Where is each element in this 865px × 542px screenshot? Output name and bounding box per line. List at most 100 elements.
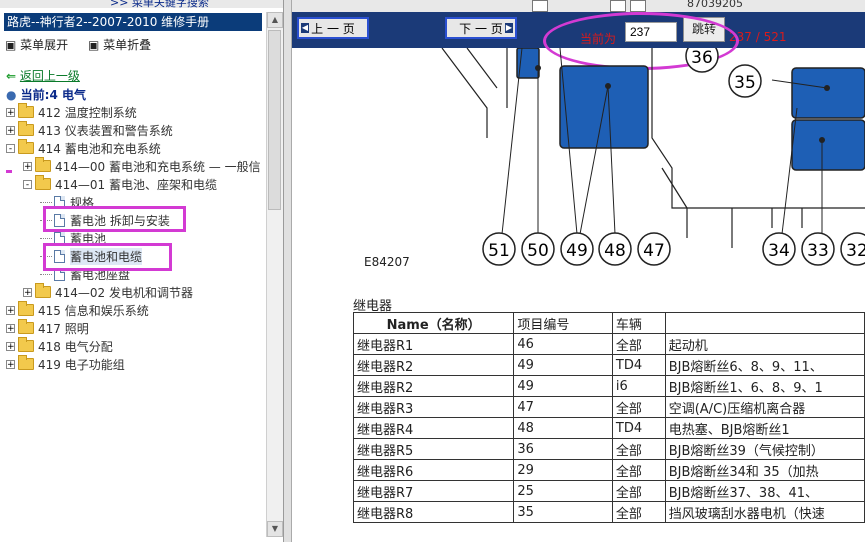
table-cell: TD4 <box>611 354 666 376</box>
tree-item-label: 413 仪表装置和警告系统 <box>38 123 173 138</box>
annotation-box-remove <box>43 206 186 232</box>
table-cell: BJB熔断丝37、38、41、 <box>664 480 865 502</box>
table-cell: 48 <box>513 417 613 439</box>
next-page-button[interactable]: 下 一 页 ▶ <box>445 17 517 39</box>
table-header: 项目编号 <box>513 312 613 334</box>
menu-pane: >> 菜单关键字搜索 路虎--神行者2--2007-2010 维修手册 ▣ 菜单… <box>0 0 284 542</box>
callout-number: 48 <box>604 241 626 261</box>
tree-item-415[interactable]: +415 信息和娱乐系统 <box>6 301 149 319</box>
tree-item-418[interactable]: +418 电气分配 <box>6 337 113 355</box>
table-cell: 35 <box>513 501 613 523</box>
keyword-search-link[interactable]: >> 菜单关键字搜索 <box>110 0 209 10</box>
table-cell: 空调(A/C)压缩机离合器 <box>664 396 865 418</box>
table-cell: 继电器R2 <box>352 375 515 397</box>
tree-item-413[interactable]: +413 仪表装置和警告系统 <box>6 121 173 139</box>
tree-item-414[interactable]: - 414 蓄电池和充电系统 <box>6 139 161 157</box>
tree-item-label: 415 信息和娱乐系统 <box>38 303 149 318</box>
expand-icon[interactable]: + <box>6 305 15 315</box>
table-row: 继电器R6 29 全部 BJB熔断丝34和 35（加热 <box>352 459 865 481</box>
info-icon: ● <box>6 88 17 102</box>
tree-item-label: 414—00 蓄电池和充电系统 — 一般信 <box>55 159 261 174</box>
table-header: Name（名称） <box>352 312 515 334</box>
table-row: 继电器R2 49 TD4 BJB熔断丝6、8、9、11、 <box>352 354 865 376</box>
table-cell: 25 <box>513 480 613 502</box>
table-cell: i6 <box>611 375 666 397</box>
table-cell: 全部 <box>611 333 666 355</box>
table-cell: 继电器R4 <box>352 417 515 439</box>
callout-number: 49 <box>566 241 588 261</box>
table-row: 继电器R1 46 全部 起动机 <box>352 333 865 355</box>
top-bar: 87039205 <box>292 0 865 12</box>
tree-item-414-02[interactable]: +414—02 发电机和调节器 <box>23 283 193 301</box>
callout-number: 35 <box>734 73 756 93</box>
collapse-icon[interactable]: - <box>6 143 15 153</box>
top-number: 87039205 <box>687 0 743 10</box>
tree-item-417[interactable]: +417 照明 <box>6 319 89 337</box>
relay-block <box>791 67 865 119</box>
scroll-down-arrow[interactable]: ▼ <box>267 521 283 537</box>
table-cell: 29 <box>513 459 613 481</box>
top-control-1[interactable] <box>532 0 548 12</box>
expand-icon[interactable]: + <box>23 287 32 297</box>
top-control-2[interactable] <box>610 0 626 12</box>
folder-icon <box>18 355 34 370</box>
collapse-icon[interactable]: - <box>23 179 32 189</box>
back-arrow-icon: ⇐ <box>6 69 17 83</box>
expand-all-button[interactable]: ▣ 菜单展开 <box>5 38 76 52</box>
table-cell: BJB熔断丝34和 35（加热 <box>664 459 865 481</box>
table-cell: 挡风玻璃刮水器电机（快速 <box>664 501 865 523</box>
table-cell: 继电器R2 <box>352 354 515 376</box>
menu-scrollbar[interactable]: ▲ ▼ <box>266 12 283 537</box>
next-arrow-icon: ▶ <box>505 23 513 33</box>
callout-number: 47 <box>643 241 665 261</box>
figure-code: E84207 <box>364 255 410 269</box>
callout-number: 33 <box>807 241 829 261</box>
tree-item-419[interactable]: +419 电子功能组 <box>6 355 125 373</box>
scroll-up-arrow[interactable]: ▲ <box>267 12 283 28</box>
table-row: 继电器R7 25 全部 BJB熔断丝37、38、41、 <box>352 480 865 502</box>
table-cell: 继电器R5 <box>352 438 515 460</box>
top-strip: >> 菜单关键字搜索 <box>0 0 283 10</box>
tree-item-414-01[interactable]: - 414—01 蓄电池、座架和电缆 <box>23 175 217 193</box>
scroll-thumb[interactable] <box>268 30 281 210</box>
expand-icon[interactable]: + <box>6 125 15 135</box>
expand-icon[interactable]: + <box>6 323 15 333</box>
table-cell: 全部 <box>611 396 666 418</box>
content-pane: 87039205 ◀ 上 一 页 下 一 页 ▶ 当前为 跳转 237 / 52… <box>292 0 865 542</box>
expand-icon[interactable]: + <box>6 359 15 369</box>
table-row: 继电器R8 35 全部 挡风玻璃刮水器电机（快速 <box>352 501 865 523</box>
tree-item-label: 419 电子功能组 <box>38 357 125 372</box>
folder-icon <box>18 319 34 334</box>
back-link[interactable]: ⇐ 返回上一级 <box>6 67 80 84</box>
pane-splitter[interactable] <box>284 0 292 542</box>
table-cell: 继电器R3 <box>352 396 515 418</box>
table-cell: 36 <box>513 438 613 460</box>
table-cell: 46 <box>513 333 613 355</box>
table-cell: BJB熔断丝6、8、9、11、 <box>664 354 865 376</box>
prev-page-button[interactable]: ◀ 上 一 页 <box>297 17 369 39</box>
top-control-3[interactable] <box>630 0 646 12</box>
folder-icon <box>35 175 51 190</box>
folder-icon <box>18 121 34 136</box>
collapse-all-button[interactable]: ▣ 菜单折叠 <box>88 38 159 52</box>
tree-item-414-00[interactable]: +414—00 蓄电池和充电系统 — 一般信 <box>23 157 261 175</box>
table-row: 继电器R4 48 TD4 电热塞、BJB熔断丝1 <box>352 417 865 439</box>
table-cell: 继电器R6 <box>352 459 515 481</box>
table-row: 继电器R5 36 全部 BJB熔断丝39（气候控制） <box>352 438 865 460</box>
table-header: 车辆 <box>611 312 666 334</box>
prev-arrow-icon: ◀ <box>301 23 309 33</box>
folder-icon <box>18 139 34 154</box>
expand-icon[interactable]: + <box>6 107 15 117</box>
table-cell: 电热塞、BJB熔断丝1 <box>664 417 865 439</box>
table-cell: 47 <box>513 396 613 418</box>
expand-icon[interactable]: + <box>23 161 32 171</box>
expand-icon[interactable]: + <box>6 341 15 351</box>
table-cell: 全部 <box>611 501 666 523</box>
relay-table: Name（名称） 项目编号 车辆 继电器R1 46 全部 起动机 继电器R2 49 TD4 BJB… <box>352 312 865 523</box>
table-cell: BJB熔断丝1、6、8、9、1 <box>664 375 865 397</box>
table-cell: 继电器R7 <box>352 480 515 502</box>
tree-item-412[interactable]: +412 温度控制系统 <box>6 103 137 121</box>
tree-item-label: 417 照明 <box>38 321 89 336</box>
table-row: 继电器R3 47 全部 空调(A/C)压缩机离合器 <box>352 396 865 418</box>
callout-number: 50 <box>527 241 549 261</box>
